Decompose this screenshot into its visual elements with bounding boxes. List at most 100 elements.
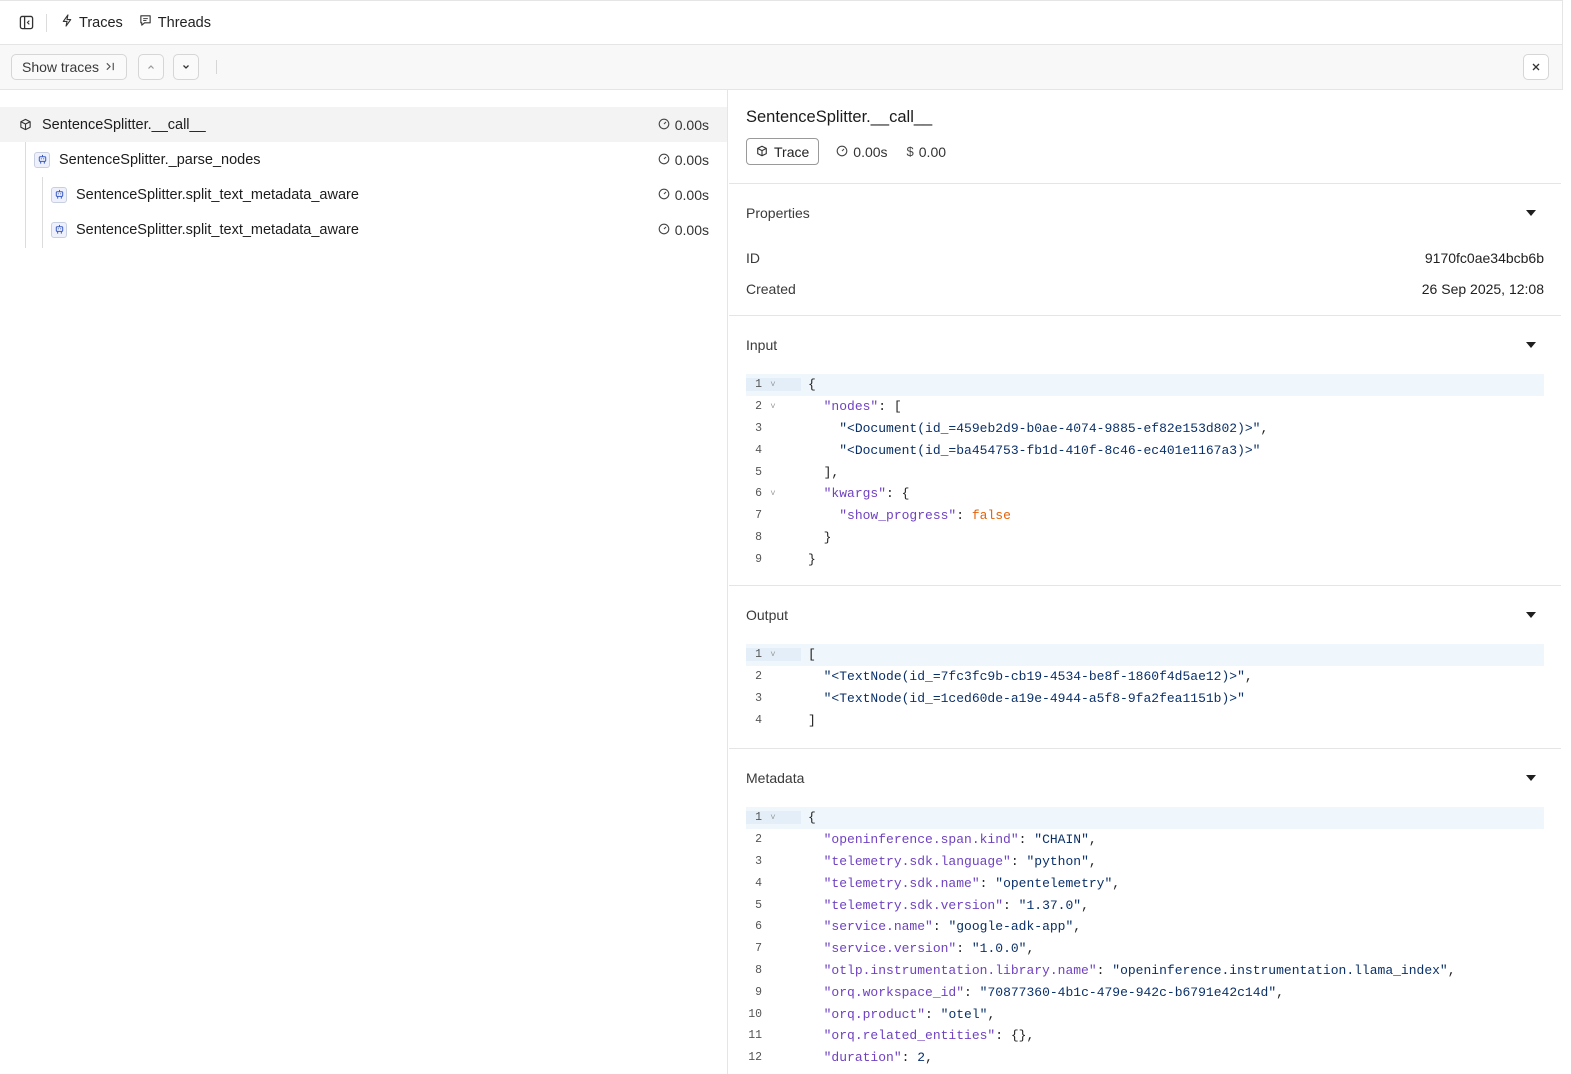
code-line: 2 "openinference.span.kind": "CHAIN", — [746, 829, 1544, 851]
input-code-viewer[interactable]: 1 ˅{2 ˅ "nodes": [3 "<Document(id_=459eb2d… — [746, 374, 1544, 570]
code-gutter: 1 ˅ — [746, 648, 801, 662]
code-gutter: 3 — [746, 855, 801, 868]
lightning-icon — [61, 14, 73, 31]
code-gutter: 5 — [746, 466, 801, 479]
tree-row-duration: 0.00s — [658, 187, 709, 203]
timer-icon — [658, 117, 670, 133]
code-line: 4] — [746, 709, 1544, 731]
code-gutter: 8 — [746, 531, 801, 544]
line-number: 2 — [755, 833, 762, 847]
code-line: 9 "orq.workspace_id": "70877360-4b1c-479… — [746, 981, 1544, 1003]
code-gutter: 12 — [746, 1051, 801, 1064]
timer-icon — [836, 144, 848, 160]
property-key: Created — [746, 280, 796, 297]
line-number: 7 — [755, 942, 762, 956]
tab-threads[interactable]: Threads — [139, 1, 219, 44]
line-number: 11 — [748, 1029, 762, 1043]
show-traces-button[interactable]: Show traces — [11, 54, 128, 80]
fold-chevron-icon[interactable]: ˅ — [766, 813, 780, 823]
toolbar: Show traces — [0, 45, 1563, 90]
span-detail-panel: SentenceSplitter.__call__ Trace 0.00s $ … — [729, 90, 1561, 1074]
line-number: 4 — [755, 713, 762, 727]
line-number: 3 — [755, 854, 762, 868]
code-text: "telemetry.sdk.language": "python", — [823, 853, 1097, 869]
caret-down-icon — [1526, 342, 1536, 348]
code-line: 12 "duration": 2, — [746, 1047, 1544, 1069]
duration-value: 0.00s — [674, 186, 709, 203]
code-gutter: 1 ˅ — [746, 378, 801, 392]
line-number: 5 — [755, 465, 762, 479]
code-line: 1 ˅ { — [746, 374, 1544, 396]
input-header[interactable]: Input — [746, 316, 1544, 374]
code-text: "orq.related_entities": {}, — [823, 1028, 1035, 1044]
fold-chevron-icon[interactable]: ˅ — [766, 380, 780, 390]
code-gutter: 6 — [746, 920, 801, 933]
timer-icon — [658, 222, 670, 238]
code-gutter: 7 — [746, 509, 801, 522]
code-text: "service.version": "1.0.0", — [823, 941, 1035, 957]
output-code-viewer[interactable]: 1 ˅[2 "<TextNode(id_=7fc3fc9b-cb19-4534-b… — [746, 644, 1544, 731]
tree-row-duration: 0.00s — [658, 152, 709, 168]
section-title: Metadata — [746, 770, 805, 786]
tree-row[interactable]: SentenceSplitter.split_text_metadata_awa… — [0, 177, 727, 212]
sidebar-toggle-icon[interactable] — [17, 14, 35, 32]
timer-icon — [658, 187, 670, 203]
metadata-header[interactable]: Metadata — [746, 749, 1544, 807]
chevron-up-icon — [146, 59, 156, 75]
caret-down-icon — [1526, 612, 1536, 618]
tree-row[interactable]: SentenceSplitter._parse_nodes 0.00s — [0, 142, 727, 177]
line-number: 3 — [755, 421, 762, 435]
code-line: 2 ˅ "nodes": [ — [746, 396, 1544, 418]
chevron-down-icon — [181, 59, 191, 75]
code-gutter: 5 — [746, 899, 801, 912]
code-text: { — [808, 377, 816, 393]
properties-header[interactable]: Properties — [746, 184, 1544, 242]
next-span-button[interactable] — [173, 54, 200, 80]
close-button[interactable] — [1523, 54, 1549, 80]
robot-icon — [51, 186, 67, 203]
line-number: 1 — [755, 648, 762, 662]
code-gutter: 10 — [746, 1008, 801, 1021]
cube-icon — [17, 117, 33, 133]
code-gutter: 6 ˅ — [746, 487, 801, 500]
code-gutter: 2 — [746, 833, 801, 846]
line-number: 2 — [755, 400, 762, 414]
code-text: ] — [808, 712, 816, 728]
detail-meta: Trace 0.00s $ 0.00 — [746, 138, 1544, 165]
tree-row[interactable]: SentenceSplitter.__call__ 0.00s — [0, 107, 727, 142]
metadata-code-viewer[interactable]: 1 ˅{2 "openinference.span.kind": "CHAIN",… — [746, 807, 1544, 1069]
code-line: 8 "otlp.instrumentation.library.name": "… — [746, 960, 1544, 982]
fold-chevron-icon[interactable]: ˅ — [766, 489, 780, 499]
property-key: ID — [746, 249, 760, 266]
robot-icon — [34, 151, 50, 168]
code-line: 5 ], — [746, 461, 1544, 483]
line-number: 12 — [748, 1051, 762, 1065]
code-gutter: 9 — [746, 986, 801, 999]
output-header[interactable]: Output — [746, 586, 1544, 644]
tree-row[interactable]: SentenceSplitter.split_text_metadata_awa… — [0, 212, 727, 247]
tree-row-label: SentenceSplitter.split_text_metadata_awa… — [76, 186, 359, 203]
detail-header: SentenceSplitter.__call__ Trace 0.00s $ … — [729, 90, 1561, 184]
line-number: 9 — [755, 552, 762, 566]
previous-span-button[interactable] — [138, 54, 165, 80]
code-line: 10 "orq.product": "otel", — [746, 1003, 1544, 1025]
code-gutter: 11 — [746, 1029, 801, 1042]
line-number: 5 — [755, 898, 762, 912]
tree-row-duration: 0.00s — [658, 222, 709, 238]
code-text: "kwargs": { — [823, 486, 910, 502]
line-number: 4 — [755, 443, 762, 457]
detail-cost-value: 0.00 — [918, 143, 947, 160]
code-line: 4 "<Document(id_=ba454753-fb1d-410f-8c46… — [746, 439, 1544, 461]
fold-chevron-icon[interactable]: ˅ — [766, 650, 780, 660]
line-number: 8 — [755, 963, 762, 977]
code-line: 3 "<Document(id_=459eb2d9-b0ae-4074-9885… — [746, 418, 1544, 440]
line-number: 1 — [755, 811, 762, 825]
fold-chevron-icon[interactable]: ˅ — [766, 402, 780, 412]
code-text: "openinference.span.kind": "CHAIN", — [823, 832, 1097, 848]
detail-duration: 0.00s — [836, 144, 888, 160]
tab-traces[interactable]: Traces — [61, 1, 131, 44]
trace-badge[interactable]: Trace — [746, 138, 820, 165]
toolbar-divider — [216, 60, 218, 74]
code-line: 11 "orq.related_entities": {}, — [746, 1025, 1544, 1047]
code-text: "<TextNode(id_=1ced60de-a19e-4944-a5f8-9… — [823, 690, 1245, 706]
